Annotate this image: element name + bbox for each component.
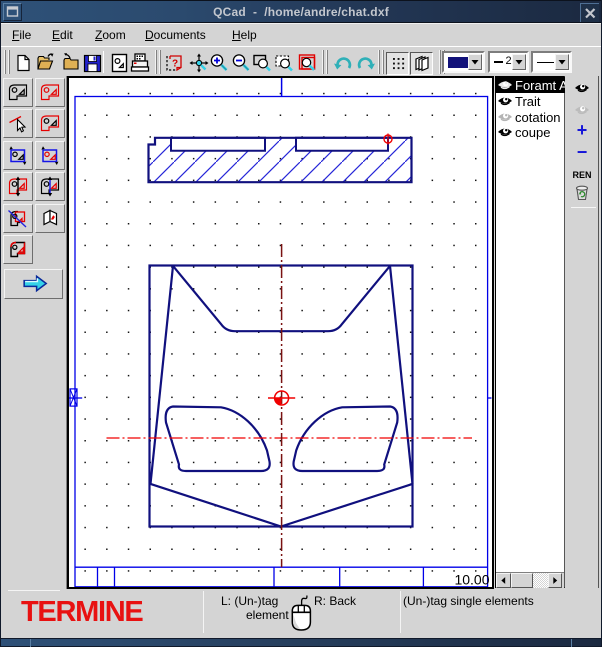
- svg-text:10.00: 10.00: [454, 571, 489, 587]
- svg-text:?: ?: [172, 59, 178, 70]
